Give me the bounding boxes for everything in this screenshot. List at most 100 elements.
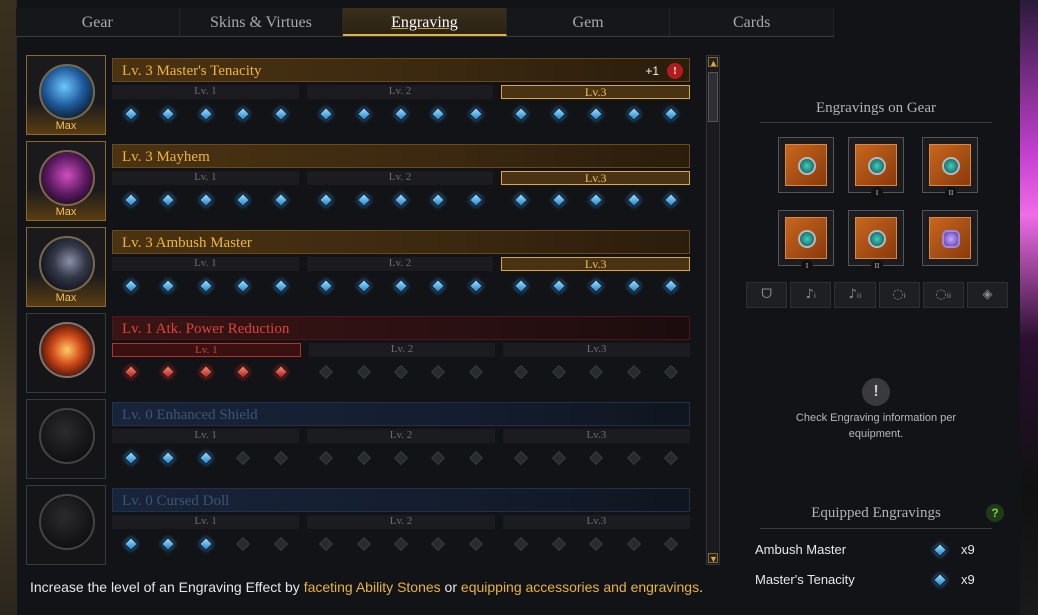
node-gems: [112, 361, 690, 383]
gear-slot[interactable]: I: [848, 137, 904, 199]
engraving-emblem-icon: [39, 150, 95, 206]
node-gem-icon: [589, 278, 604, 294]
node-gem-icon: [123, 278, 138, 294]
level-labels: Lv. 1 Lv. 2 Lv.3: [112, 171, 691, 185]
scroll-thumb[interactable]: [708, 72, 718, 122]
stone-filter-icon[interactable]: ◈: [966, 282, 1009, 308]
engraving-row[interactable]: Max Lv. 3 Mayhem Lv. 1 Lv. 2 Lv.3: [26, 141, 700, 221]
engraving-row[interactable]: Max Lv. 3 Master's Tenacity +1! Lv. 1 Lv. 2L…: [26, 55, 700, 135]
tab-engraving[interactable]: Engraving: [343, 8, 507, 36]
engraving-row[interactable]: Lv. 1 Atk. Power Reduction Lv. 1 Lv. 2 Lv.3: [26, 313, 700, 393]
node-gem-icon: [161, 192, 176, 208]
node-gem-icon: [356, 536, 371, 552]
level-label: Lv.3: [502, 515, 690, 529]
gear-slot[interactable]: I: [778, 210, 834, 272]
scroll-up-arrow-icon[interactable]: ▲: [708, 57, 718, 68]
node-gem-icon: [664, 278, 679, 294]
node-gem-icon: [664, 192, 679, 208]
node-gem-icon: [356, 278, 371, 294]
node-gem-icon: [161, 536, 176, 552]
node-gem-icon: [198, 536, 213, 552]
help-icon[interactable]: ?: [986, 504, 1004, 522]
gear-slot[interactable]: [922, 210, 978, 266]
equipping-link[interactable]: equipping accessories and engravings: [461, 579, 699, 595]
max-label: Max: [55, 120, 77, 132]
node-gem-icon: [123, 192, 138, 208]
engraving-portrait: Max: [26, 227, 106, 307]
node-gem-icon: [161, 278, 176, 294]
node-gem-icon: [468, 450, 483, 466]
scroll-down-arrow-icon[interactable]: ▼: [708, 553, 718, 564]
ring-2-filter-icon[interactable]: ◌ᵢᵢ: [922, 282, 964, 308]
equipped-count: x9: [961, 572, 975, 587]
node-gem-icon: [123, 450, 138, 466]
earring-2-filter-icon[interactable]: ♪ᵢᵢ: [834, 282, 876, 308]
level-labels: Lv. 1 Lv. 2 Lv.3: [112, 343, 691, 357]
engraving-portrait: [26, 399, 106, 479]
level-labels: Lv. 1 Lv. 2 Lv.3: [112, 257, 691, 271]
engraving-portrait: [26, 313, 106, 393]
node-gem-icon: [551, 106, 566, 122]
node-gem-icon: [356, 450, 371, 466]
equipped-name: Master's Tenacity: [755, 572, 855, 587]
tab-skins-virtues[interactable]: Skins & Virtues: [179, 8, 344, 36]
node-gem-icon: [236, 106, 251, 122]
slot-index: II: [945, 187, 957, 199]
node-gem-icon: [626, 192, 641, 208]
node-gem-icon: [664, 106, 679, 122]
necklace-filter-icon[interactable]: ᗜ: [746, 282, 788, 308]
info-text: Check Engraving information per equipmen…: [795, 412, 957, 440]
node-gem-icon: [626, 278, 641, 294]
tab-cards[interactable]: Cards: [670, 8, 834, 36]
level-label: Lv. 2: [306, 171, 494, 185]
tab-gear[interactable]: Gear: [16, 8, 180, 36]
node-gem-icon: [236, 278, 251, 294]
earring-1-filter-icon[interactable]: ♪ᵢ: [790, 282, 832, 308]
ability-gem-icon: [932, 572, 948, 588]
node-gems: [112, 533, 690, 555]
node-gem-icon: [551, 278, 566, 294]
node-gem-icon: [664, 450, 679, 466]
faceting-link[interactable]: faceting Ability Stones: [304, 579, 441, 595]
alert-icon[interactable]: !: [667, 63, 683, 79]
node-gem-icon: [236, 536, 251, 552]
node-gem-icon: [236, 192, 251, 208]
ring-1-filter-icon[interactable]: ◌ᵢ: [878, 282, 920, 308]
node-gem-icon: [273, 450, 288, 466]
gear-slot-frame: [785, 144, 827, 186]
node-gem-icon: [626, 450, 641, 466]
node-gem-icon: [514, 278, 529, 294]
gear-slot[interactable]: II: [922, 137, 978, 199]
node-gem-icon: [356, 106, 371, 122]
level-label: Lv. 1: [112, 343, 301, 357]
gear-slot-frame: [855, 217, 897, 259]
equipped-engravings-title: Equipped Engravings: [740, 505, 1012, 529]
node-gem-icon: [123, 536, 138, 552]
gear-slot[interactable]: II: [848, 210, 904, 272]
engraving-title: Lv. 3 Mayhem: [122, 149, 210, 165]
equipped-row: Ambush Master x9: [755, 540, 1005, 560]
node-gem-icon: [318, 278, 334, 294]
node-gem-icon: [664, 364, 679, 380]
gear-slot[interactable]: [778, 137, 834, 193]
level-labels: Lv. 1 Lv. 2 Lv.3: [112, 515, 690, 529]
engraving-row[interactable]: Lv. 0 Enhanced Shield Lv. 1 Lv. 2 Lv.3: [26, 399, 700, 479]
engraving-row[interactable]: Lv. 0 Cursed Doll Lv. 1 Lv. 2 Lv.3: [26, 485, 700, 565]
scrollbar[interactable]: ▲ ▼: [706, 55, 720, 565]
ability-gem-icon: [932, 542, 948, 558]
node-gem-icon: [273, 536, 288, 552]
tab-bar: Gear Skins & Virtues Engraving Gem Cards: [16, 8, 834, 37]
tab-gem[interactable]: Gem: [506, 8, 671, 36]
level-label: Lv. 1: [112, 429, 300, 443]
engraving-row[interactable]: Max Lv. 3 Ambush Master Lv. 1 Lv. 2 Lv.3: [26, 227, 700, 307]
node-gem-icon: [551, 364, 566, 380]
node-gem-icon: [514, 450, 529, 466]
node-gem-icon: [431, 278, 446, 294]
level-label: Lv. 1: [112, 85, 299, 99]
node-gem-icon: [356, 192, 371, 208]
gear-slot-frame: [785, 217, 827, 259]
engraving-emblem-icon: [39, 408, 95, 464]
level-label: Lv.3: [501, 171, 691, 185]
equipment-filter-bar: ᗜ ♪ᵢ ♪ᵢᵢ ◌ᵢ ◌ᵢᵢ ◈: [746, 282, 1009, 308]
node-gem-icon: [273, 106, 288, 122]
